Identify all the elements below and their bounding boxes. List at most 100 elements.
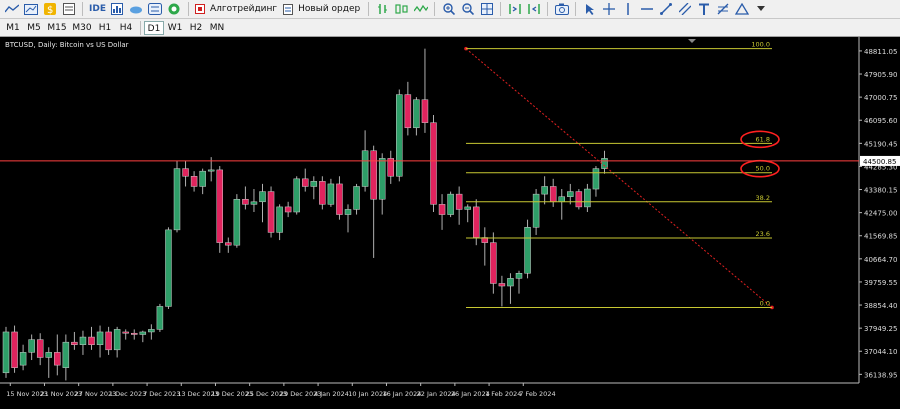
candle-bullish [207, 169, 215, 172]
algo-trading-button[interactable]: Алготрейдинг [194, 1, 280, 17]
candle-bullish [567, 191, 574, 197]
chart-shift-marker [688, 39, 696, 43]
toolbar-separator [547, 2, 549, 16]
candle-bearish [131, 332, 138, 335]
candle-bearish [88, 336, 95, 345]
candle-bearish [421, 99, 429, 123]
date-tick-label: 1 Dec 2023 [109, 390, 146, 398]
timeframe-w1[interactable]: W1 [165, 21, 185, 35]
chart-canvas[interactable]: BTCUSD, Daily: Bitcoin vs US Dollar 48811… [0, 37, 900, 405]
fibonacci-level-label: 23.6 [756, 230, 770, 238]
text-tool-icon[interactable] [695, 1, 712, 17]
timeframe-m30[interactable]: M30 [70, 21, 94, 35]
timeframe-h4[interactable]: H4 [116, 21, 136, 35]
candle-bullish [113, 329, 121, 351]
chart-template-icon[interactable] [22, 1, 39, 17]
candle-bullish [592, 168, 600, 190]
candle-bullish [165, 229, 172, 307]
line-icon[interactable] [412, 1, 429, 17]
shapes-icon[interactable] [733, 1, 750, 17]
candle-bullish [233, 198, 241, 246]
candlestick-icon[interactable] [393, 1, 410, 17]
candle-bearish [370, 150, 377, 200]
date-tick-label: 10 Jan 2024 [348, 390, 387, 398]
timeframe-h1[interactable]: H1 [95, 21, 115, 35]
candle-bullish [293, 178, 300, 213]
timeframe-h2[interactable]: H2 [186, 21, 206, 35]
new-order-label: Новый ордер [298, 4, 361, 14]
price-chart[interactable]: BTCUSD, Daily: Bitcoin vs US Dollar 48811… [0, 37, 900, 405]
candle-bullish [558, 196, 565, 203]
candle-bullish [515, 273, 523, 279]
candle-bullish [396, 94, 403, 177]
candle-bullish [19, 352, 27, 366]
algo-trading-icon [194, 4, 205, 14]
candle-bearish [225, 242, 232, 246]
zoom-out-icon[interactable] [459, 1, 476, 17]
candle-bearish [473, 206, 480, 238]
candle-bullish [310, 181, 318, 187]
cloud-icon[interactable] [128, 1, 145, 17]
price-tick-label: 38854.40 [864, 302, 897, 310]
cursor-icon[interactable] [581, 1, 598, 17]
crosshair-icon[interactable] [600, 1, 617, 17]
price-tick-label: 47000.75 [864, 94, 897, 102]
current-price-label: 44500.85 [863, 158, 896, 166]
candle-bullish [62, 341, 70, 368]
horizontal-line-icon[interactable] [638, 1, 655, 17]
ide-button[interactable]: IDE [88, 1, 107, 17]
toolbar-separator [82, 2, 83, 16]
candle-bullish [327, 183, 335, 205]
timeframe-d1[interactable]: D1 [144, 20, 164, 35]
candle-bullish [259, 191, 266, 203]
candle-bearish [242, 198, 249, 205]
svg-text:$: $ [47, 5, 53, 15]
date-tick-label: 1 Feb 2024 [485, 390, 521, 398]
candle-bearish [36, 339, 44, 358]
fibonacci-icon[interactable] [714, 1, 731, 17]
dropdown-arrow-icon[interactable] [752, 1, 769, 17]
candle-bullish [344, 209, 352, 215]
new-order-button[interactable]: Новый ордер [282, 1, 363, 17]
new-order-icon [283, 3, 294, 15]
price-tick-label: 48811.05 [864, 48, 897, 56]
tile-windows-icon[interactable] [478, 1, 495, 17]
timeframe-m5[interactable]: M5 [24, 21, 44, 35]
strategy-tester-icon[interactable] [109, 1, 126, 17]
candle-bullish [353, 186, 360, 210]
candle-bearish [71, 341, 78, 345]
vertical-line-icon[interactable] [619, 1, 636, 17]
timeframe-m15[interactable]: M15 [45, 21, 69, 35]
algo-trading-label: Алготрейдинг [209, 4, 278, 14]
chart-title: BTCUSD, Daily: Bitcoin vs US Dollar [5, 41, 129, 49]
navigator-icon[interactable] [60, 1, 77, 17]
candle-bullish [2, 331, 10, 374]
date-tick-label: 16 Jan 2024 [382, 390, 421, 398]
candle-bearish [190, 176, 198, 187]
signals-icon[interactable] [166, 1, 183, 17]
candle-bearish [284, 206, 292, 213]
candle-bearish [336, 183, 343, 215]
chart-shift-icon[interactable] [525, 1, 542, 17]
zoom-in-icon[interactable] [440, 1, 457, 17]
bar-chart-icon[interactable] [374, 1, 391, 17]
vps-icon[interactable] [147, 1, 164, 17]
candle-bearish [105, 331, 112, 351]
price-tick-label: 45190.45 [864, 140, 897, 148]
timeframe-m1[interactable]: M1 [3, 21, 23, 35]
candle-bullish [276, 206, 283, 233]
fibonacci-level-label: 0.0 [760, 299, 770, 307]
candle-bearish [549, 186, 557, 203]
candle-bearish [404, 94, 412, 129]
screenshot-icon[interactable] [553, 1, 570, 17]
candle-bullish [584, 188, 591, 208]
trend-line-icon[interactable] [657, 1, 674, 17]
candle-bearish [302, 178, 309, 187]
auto-scroll-icon[interactable] [506, 1, 523, 17]
date-tick-label: 7 Dec 2023 [143, 390, 180, 398]
timeframe-mn[interactable]: MN [207, 21, 227, 35]
candle-bearish [122, 331, 129, 334]
channel-icon[interactable] [676, 1, 693, 17]
market-watch-icon[interactable]: $ [41, 1, 58, 17]
line-chart-icon[interactable] [3, 1, 20, 17]
